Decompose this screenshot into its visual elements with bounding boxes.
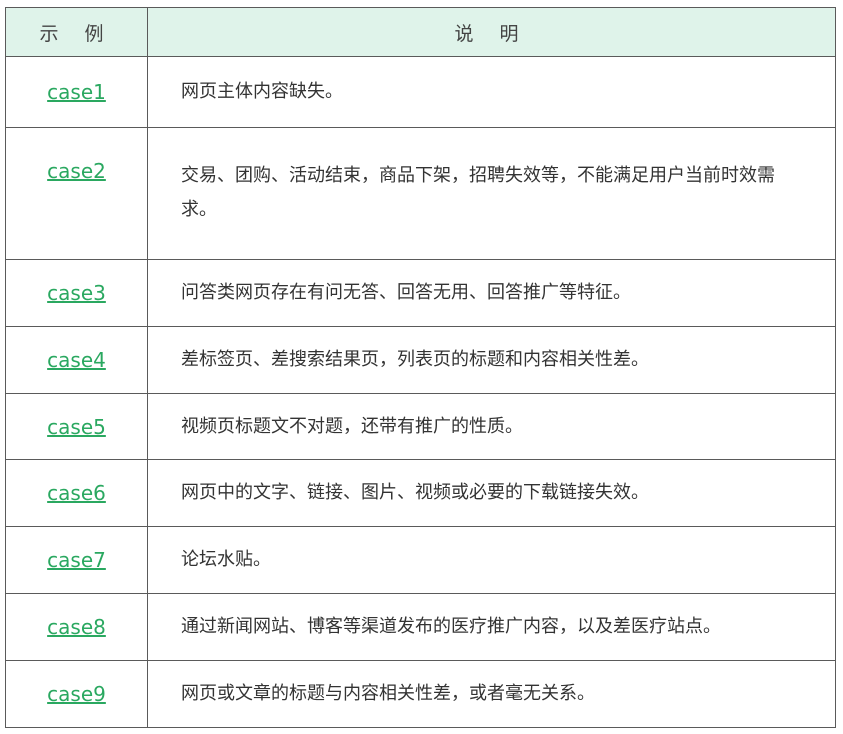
description-cell: 差标签页、差搜索结果页，列表页的标题和内容相关性差。 [147,326,836,394]
table-row: case6 网页中的文字、链接、图片、视频或必要的下载链接失效。 [5,459,836,527]
table-row: case8 通过新闻网站、博客等渠道发布的医疗推广内容，以及差医疗站点。 [5,593,836,661]
case-link[interactable]: case3 [47,281,106,305]
description-cell: 网页主体内容缺失。 [147,56,836,128]
description-cell: 论坛水贴。 [147,526,836,594]
description-cell: 网页中的文字、链接、图片、视频或必要的下载链接失效。 [147,459,836,527]
example-cell: case1 [5,56,148,128]
example-cell: case4 [5,326,148,394]
example-cell: case3 [5,259,148,327]
example-cell: case2 [5,127,148,260]
table-row: case7 论坛水贴。 [5,526,836,594]
case-link[interactable]: case4 [47,348,106,372]
table-row: case1 网页主体内容缺失。 [5,56,836,128]
table-row: case3 问答类网页存在有问无答、回答无用、回答推广等特征。 [5,259,836,327]
case-link[interactable]: case8 [47,615,106,639]
case-link[interactable]: case6 [47,481,106,505]
description-cell: 问答类网页存在有问无答、回答无用、回答推广等特征。 [147,259,836,327]
table-row: case9 网页或文章的标题与内容相关性差，或者毫无关系。 [5,660,836,728]
example-cell: case9 [5,660,148,728]
example-cell: case5 [5,393,148,460]
case-link[interactable]: case1 [47,80,106,104]
description-cell: 通过新闻网站、博客等渠道发布的医疗推广内容，以及差医疗站点。 [147,593,836,661]
case-link[interactable]: case7 [47,548,106,572]
header-row: 示 例 说 明 [5,7,836,57]
case-table: 示 例 说 明 case1 网页主体内容缺失。 case2 交易、团购、活动结束… [5,7,836,728]
header-example: 示 例 [5,7,148,57]
case-link[interactable]: case9 [47,682,106,706]
example-cell: case6 [5,459,148,527]
table-row: case4 差标签页、差搜索结果页，列表页的标题和内容相关性差。 [5,326,836,394]
header-description: 说 明 [147,7,836,57]
table-row: case2 交易、团购、活动结束，商品下架，招聘失效等，不能满足用户当前时效需求… [5,127,836,260]
case-link[interactable]: case5 [47,415,106,439]
description-cell: 视频页标题文不对题，还带有推广的性质。 [147,393,836,460]
example-cell: case8 [5,593,148,661]
description-cell: 交易、团购、活动结束，商品下架，招聘失效等，不能满足用户当前时效需求。 [147,127,836,260]
description-cell: 网页或文章的标题与内容相关性差，或者毫无关系。 [147,660,836,728]
table-row: case5 视频页标题文不对题，还带有推广的性质。 [5,393,836,460]
case-link[interactable]: case2 [47,159,106,183]
example-cell: case7 [5,526,148,594]
